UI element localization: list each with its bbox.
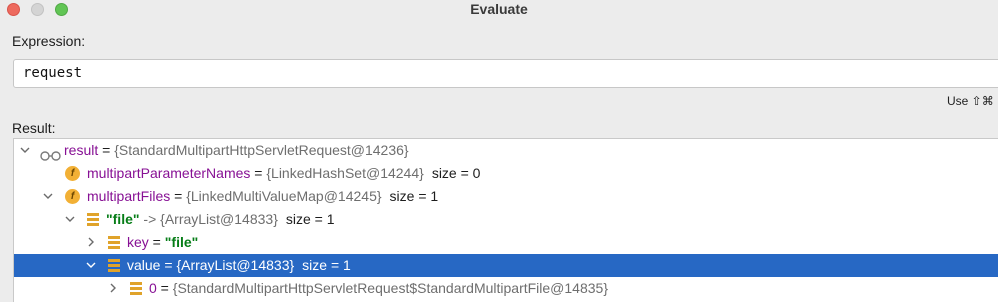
node-value: {StandardMultipartHttpServletRequest$Sta… [172,280,609,296]
chevron-right-icon[interactable] [84,231,98,254]
field-icon: f [65,166,80,181]
chevron-down-icon[interactable] [18,139,32,162]
node-name: 0 [149,280,157,296]
node-value: "file" [164,234,199,250]
result-tree[interactable]: result = {StandardMultipartHttpServletRe… [13,138,998,302]
node-size: size = 1 [285,211,335,227]
node-separator: = [160,257,177,273]
tree-row-key[interactable]: key = "file" [14,231,998,254]
node-separator: = [156,280,173,296]
list-icon [108,259,120,272]
node-value: {StandardMultipartHttpServletRequest@142… [114,142,409,158]
node-value: {ArrayList@14833} [176,257,295,273]
chevron-down-icon[interactable] [84,254,98,277]
expression-label: Expression: [12,33,86,49]
node-value: {LinkedMultiValueMap@14245} [186,188,382,204]
result-label: Result: [12,120,56,136]
field-icon: f [65,189,80,204]
node-separator: -> [139,211,161,227]
chevron-right-icon[interactable] [106,277,120,300]
node-size: size = 0 [431,165,481,181]
list-icon [108,236,120,249]
list-icon [130,282,142,295]
title-bar: Evaluate [0,0,998,20]
node-value: {ArrayList@14833} [160,211,278,227]
node-name: multipartParameterNames [87,165,251,181]
node-name: "file" [106,211,140,227]
node-value: {LinkedHashSet@14244} [266,165,424,181]
node-separator: = [170,188,187,204]
node-separator: = [250,165,267,181]
tree-row-multipartParameterNames[interactable]: f multipartParameterNames = {LinkedHashS… [14,162,998,185]
chevron-down-icon[interactable] [63,208,77,231]
expression-input[interactable]: request [13,59,998,88]
tree-row-multipartFiles[interactable]: f multipartFiles = {LinkedMultiValueMap@… [14,185,998,208]
node-size: size = 1 [389,188,439,204]
tree-row-value[interactable]: value = {ArrayList@14833} size = 1 [14,254,998,277]
chevron-down-icon[interactable] [41,185,55,208]
node-name: result [64,142,99,158]
watch-icon [40,145,62,161]
node-name: multipartFiles [87,188,171,204]
node-name: value [127,257,161,273]
node-size: size = 1 [302,257,351,273]
window-title: Evaluate [470,1,528,17]
node-name: key [127,234,149,250]
list-icon [87,213,99,226]
tree-row-result[interactable]: result = {StandardMultipartHttpServletRe… [14,139,998,162]
node-separator: = [148,234,165,250]
tree-row-file-entry[interactable]: "file" -> {ArrayList@14833} size = 1 [14,208,998,231]
tree-row-element-0[interactable]: 0 = {StandardMultipartHttpServletRequest… [14,277,998,300]
shortcut-hint: Use ⇧⌘ [947,94,994,108]
node-separator: = [98,142,115,158]
